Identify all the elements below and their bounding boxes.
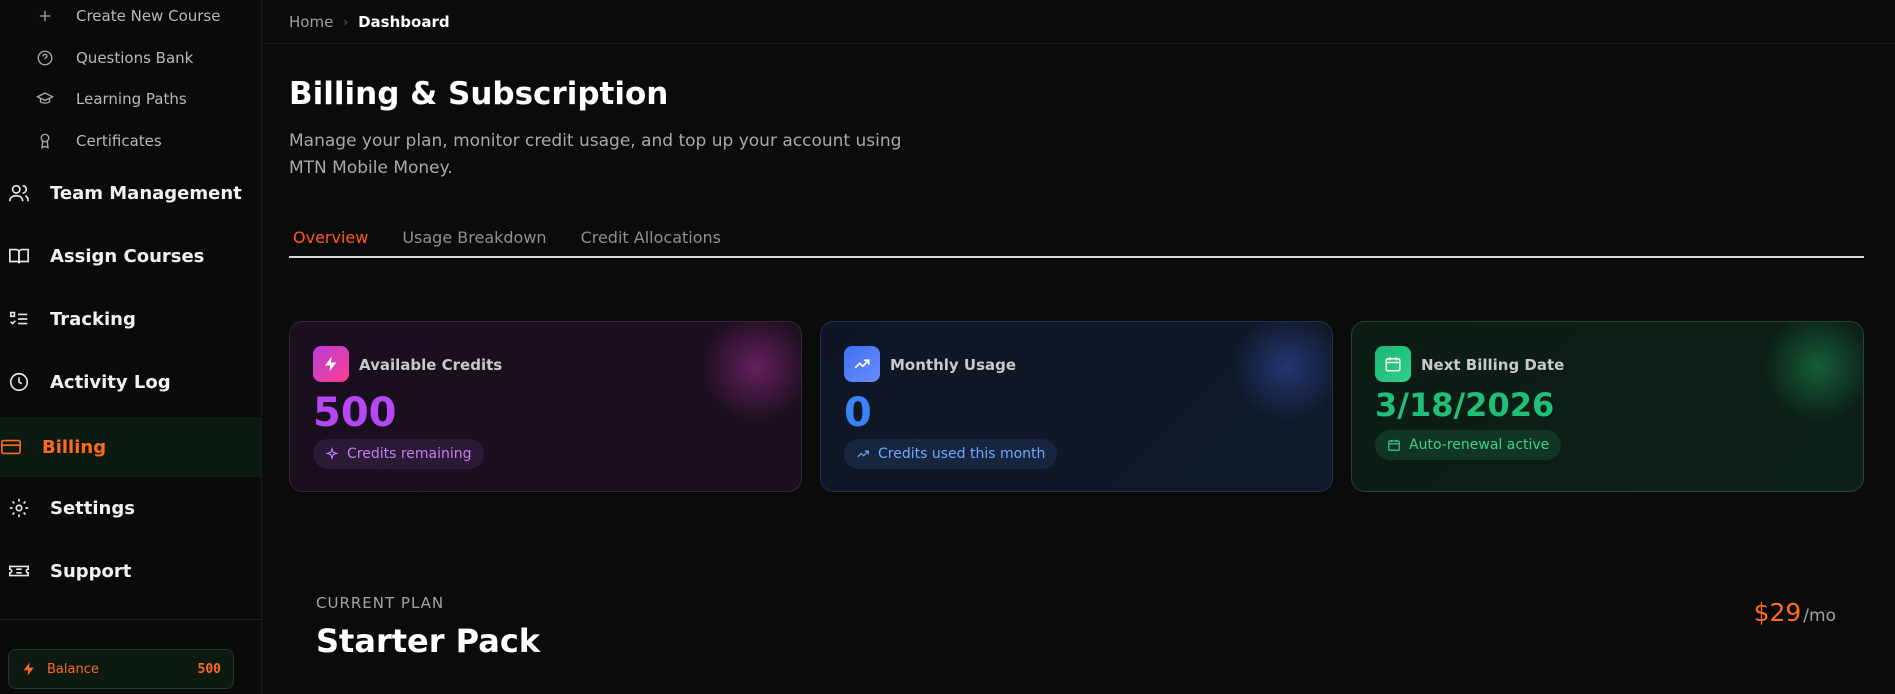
card-glow	[1232, 322, 1332, 422]
tab-credit-allocations[interactable]: Credit Allocations	[577, 224, 725, 256]
balance-value: 500	[197, 661, 221, 677]
balance-label: Balance	[47, 661, 99, 677]
breadcrumb-home[interactable]: Home	[289, 13, 333, 31]
sidebar: Create New Course Questions Bank Learnin…	[0, 0, 262, 694]
calendar-icon	[1375, 346, 1411, 382]
card-glow	[701, 322, 801, 422]
calendar-icon	[1388, 439, 1400, 451]
plan-price: $29 /mo	[1754, 598, 1836, 627]
graduation-cap-icon	[36, 92, 54, 104]
next-billing-date-card: Next Billing Date 3/18/2026 Auto-renewal…	[1351, 321, 1864, 492]
sidebar-item-label: Tracking	[50, 308, 136, 330]
chevron-right-icon: ›	[343, 14, 349, 29]
breadcrumb-current: Dashboard	[358, 12, 450, 31]
sidebar-item-label: Settings	[50, 497, 135, 519]
plan-price-period: /mo	[1803, 606, 1836, 626]
gear-icon	[9, 498, 29, 518]
card-label: Next Billing Date	[1421, 356, 1565, 374]
lightning-icon	[313, 346, 349, 382]
sidebar-item-label: Questions Bank	[76, 49, 194, 67]
sidebar-item-questions-bank[interactable]: Questions Bank	[36, 46, 193, 70]
lightning-icon	[23, 662, 34, 676]
award-icon	[40, 133, 50, 149]
tab-overview[interactable]: Overview	[289, 224, 372, 256]
plus-icon	[39, 10, 51, 22]
sidebar-item-support[interactable]: Support	[0, 543, 261, 599]
card-label: Available Credits	[359, 356, 503, 374]
monthly-usage-card: Monthly Usage 0 Credits used this month	[820, 321, 1333, 492]
sidebar-item-label: Learning Paths	[76, 90, 187, 108]
card-glow	[1763, 322, 1863, 422]
users-icon	[9, 184, 29, 202]
question-circle-icon	[37, 50, 53, 66]
card-badge: Credits remaining	[313, 439, 484, 469]
available-credits-card: Available Credits 500 Credits remaining	[289, 321, 802, 492]
breadcrumb: Home › Dashboard	[263, 0, 1895, 44]
sidebar-item-label: Support	[50, 560, 132, 582]
card-badge-text: Credits used this month	[878, 446, 1046, 462]
plan-name: Starter Pack	[316, 622, 541, 660]
sidebar-item-certificates[interactable]: Certificates	[36, 129, 162, 153]
card-label: Monthly Usage	[890, 356, 1017, 374]
balance-widget[interactable]: Balance 500	[8, 649, 234, 689]
card-badge: Credits used this month	[844, 439, 1058, 469]
credit-card-icon	[1, 439, 21, 455]
tab-usage-breakdown[interactable]: Usage Breakdown	[398, 224, 550, 256]
sidebar-item-billing[interactable]: Billing	[0, 417, 261, 477]
sidebar-divider	[0, 619, 261, 620]
sidebar-item-tracking[interactable]: Tracking	[0, 291, 261, 347]
sidebar-item-label: Assign Courses	[50, 245, 205, 267]
page-title: Billing & Subscription	[289, 76, 669, 112]
sidebar-item-label: Team Management	[50, 182, 242, 204]
card-badge-text: Credits remaining	[347, 446, 472, 462]
card-value: 3/18/2026	[1375, 386, 1555, 424]
card-badge-text: Auto-renewal active	[1409, 437, 1550, 453]
ticket-icon	[9, 565, 29, 577]
sidebar-item-label: Activity Log	[50, 371, 171, 393]
sidebar-item-team-management[interactable]: Team Management	[0, 165, 261, 221]
card-value: 0	[844, 390, 872, 436]
current-plan-label: CURRENT PLAN	[316, 594, 445, 612]
trending-up-icon	[857, 450, 869, 458]
list-check-icon	[9, 311, 28, 325]
book-open-icon	[9, 248, 29, 264]
trending-up-icon	[844, 346, 880, 382]
card-badge: Auto-renewal active	[1375, 430, 1562, 460]
sparkle-icon	[325, 447, 339, 460]
tab-bar: Overview Usage Breakdown Credit Allocati…	[289, 224, 1864, 258]
sidebar-item-activity-log[interactable]: Activity Log	[0, 354, 261, 410]
card-value: 500	[313, 390, 397, 436]
sidebar-item-settings[interactable]: Settings	[0, 480, 261, 536]
sidebar-item-label: Billing	[42, 436, 107, 458]
page-description: Manage your plan, monitor credit usage, …	[289, 131, 902, 178]
sidebar-item-label: Create New Course	[76, 7, 221, 25]
plan-price-amount: $29	[1753, 598, 1802, 627]
sidebar-item-create-new-course[interactable]: Create New Course	[36, 4, 220, 28]
sidebar-item-learning-paths[interactable]: Learning Paths	[36, 87, 187, 111]
sidebar-item-label: Certificates	[76, 132, 162, 150]
clock-icon	[9, 372, 29, 392]
sidebar-item-assign-courses[interactable]: Assign Courses	[0, 228, 261, 284]
